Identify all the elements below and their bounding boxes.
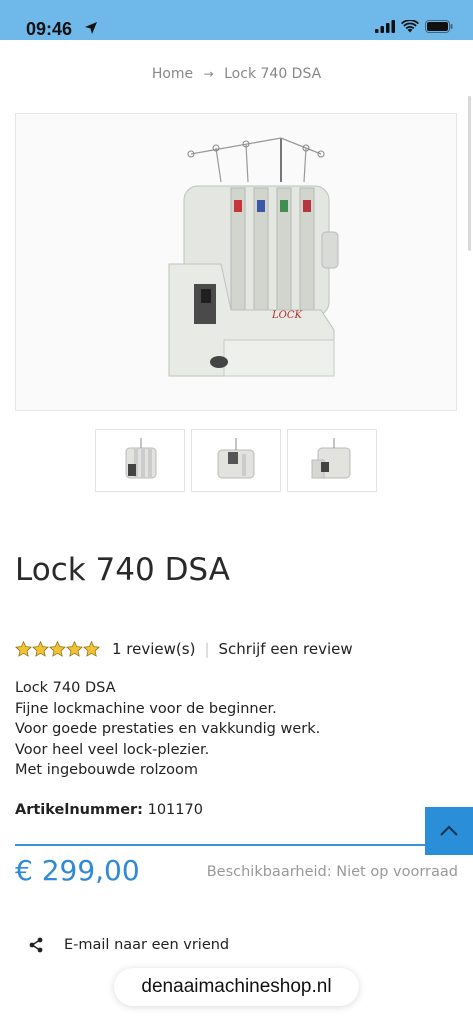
page-scrollbar[interactable] [468, 96, 471, 251]
star-icon [66, 641, 83, 657]
chevron-up-icon [440, 825, 458, 836]
overlock-machine-illustration: LOCK [168, 137, 339, 377]
rating-stars [15, 641, 100, 657]
arrow-right-icon: → [203, 67, 214, 81]
write-review-link[interactable]: Schrijf een review [219, 640, 353, 658]
email-friend-link[interactable]: E-mail naar een vriend [28, 937, 229, 953]
sku-row: Artikelnummer: 101170 [15, 802, 203, 818]
status-bar: 09:46 [0, 0, 473, 40]
signal-icon [375, 20, 395, 33]
rating-row: 1 review(s) | Schrijf een review [15, 640, 353, 658]
breadcrumb: Home → Lock 740 DSA [0, 66, 473, 82]
product-price: € 299,00 [15, 854, 140, 887]
description-line: Voor heel veel lock-plezier. [15, 741, 210, 758]
breadcrumb-current: Lock 740 DSA [224, 66, 322, 82]
reviews-count-link[interactable]: 1 review(s) [112, 640, 195, 658]
description-line: Voor goede prestaties en vakkundig werk. [15, 721, 321, 738]
share-icon [29, 937, 43, 953]
status-time: 09:46 [26, 19, 73, 39]
description-line: Met ingebouwde rolzoom [15, 762, 198, 779]
thumbnail-2[interactable] [191, 429, 281, 492]
star-icon [15, 641, 32, 657]
scroll-to-top-button[interactable] [425, 807, 473, 855]
product-title: Lock 740 DSA [15, 552, 230, 588]
thumbnail-machine-image [125, 438, 157, 479]
machine-brand-label: LOCK [271, 310, 302, 321]
availability-status: Beschikbaarheid: Niet op voorraad [206, 864, 458, 880]
rating-divider: | [204, 640, 210, 658]
battery-icon [425, 20, 453, 33]
description-line: Fijne lockmachine voor de beginner. [15, 700, 277, 717]
sku-value: 101170 [147, 802, 203, 818]
status-icons [375, 20, 453, 33]
wifi-icon [401, 20, 419, 33]
location-arrow-icon [85, 22, 97, 34]
product-description: Lock 740 DSA Fijne lockmachine voor de b… [15, 678, 320, 781]
thumbnail-machine-image [311, 438, 351, 479]
breadcrumb-home-link[interactable]: Home [152, 66, 193, 82]
description-line: Lock 740 DSA [15, 680, 116, 696]
thumbnail-1[interactable] [95, 429, 185, 492]
price-divider [15, 844, 427, 846]
email-friend-label: E-mail naar een vriend [64, 937, 230, 953]
sku-label: Artikelnummer: [15, 802, 143, 818]
browser-address-bar[interactable]: denaaimachineshop.nl [114, 968, 359, 1006]
thumbnail-3[interactable] [287, 429, 377, 492]
thumbnail-machine-image [217, 438, 255, 479]
star-icon [32, 641, 49, 657]
star-icon [49, 641, 66, 657]
star-icon [83, 641, 100, 657]
product-main-image[interactable]: LOCK [15, 113, 457, 411]
